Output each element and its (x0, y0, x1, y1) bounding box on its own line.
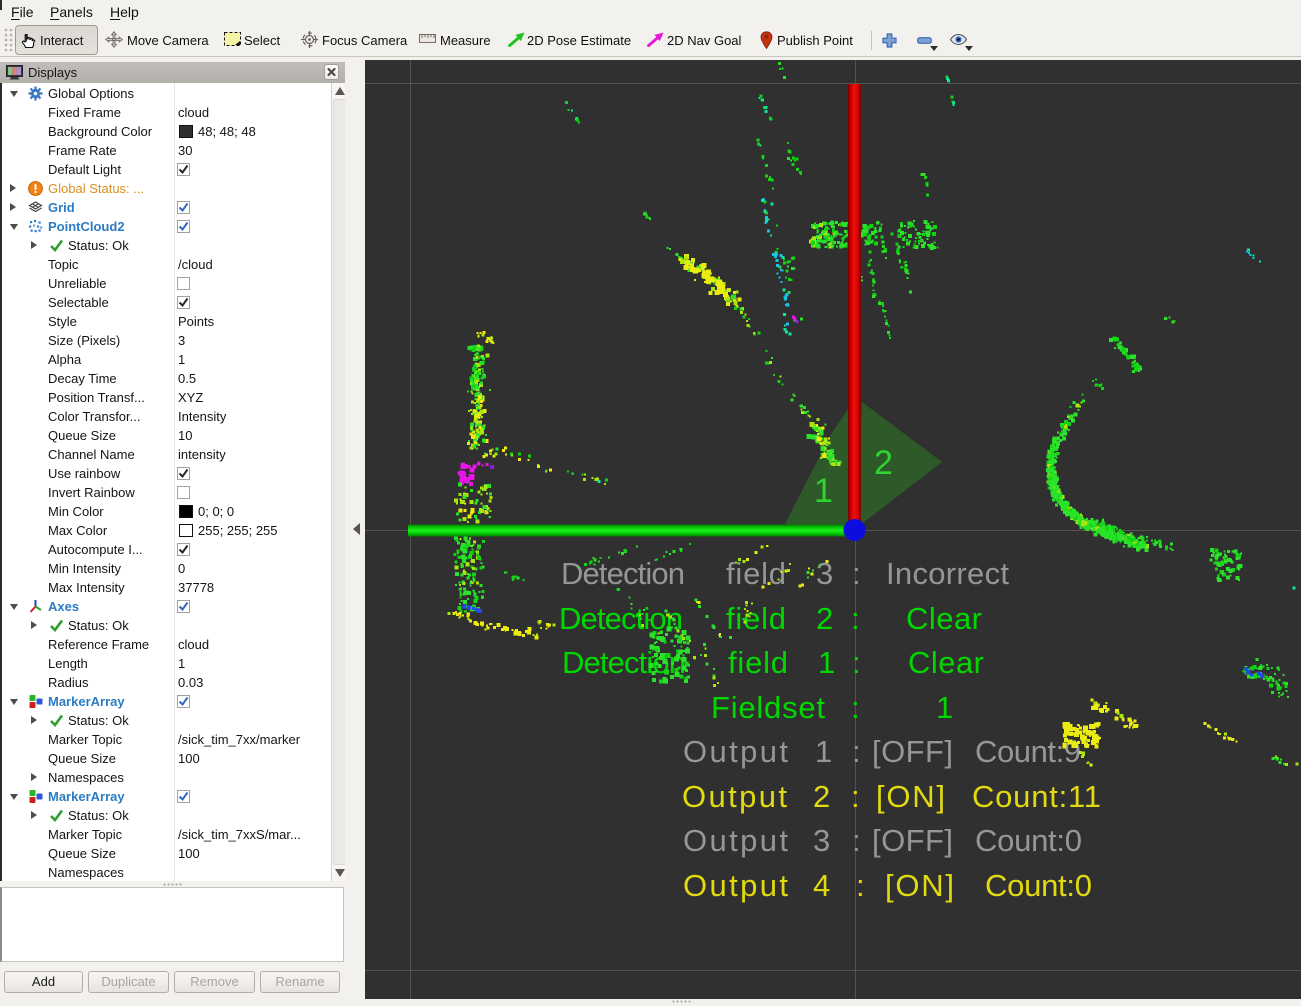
svg-text:1: 1 (814, 472, 833, 510)
svg-text:Detectionfield1:Clear: Detectionfield1:Clear (562, 645, 984, 680)
svg-text:Detectionfield3:Incorrect: Detectionfield3:Incorrect (561, 556, 1009, 591)
svg-text:Output3:[OFF]Count:0: Output3:[OFF]Count:0 (683, 823, 1082, 858)
svg-text:Output1:[OFF]Count:9: Output1:[OFF]Count:9 (683, 734, 1081, 769)
svg-text:Output4:[ON]Count:0: Output4:[ON]Count:0 (683, 868, 1092, 903)
svg-text:2: 2 (874, 444, 893, 482)
svg-text:Output2:[ON]Count:11: Output2:[ON]Count:11 (682, 779, 1101, 814)
svg-text:Detectionfield2:Clear: Detectionfield2:Clear (559, 601, 982, 636)
